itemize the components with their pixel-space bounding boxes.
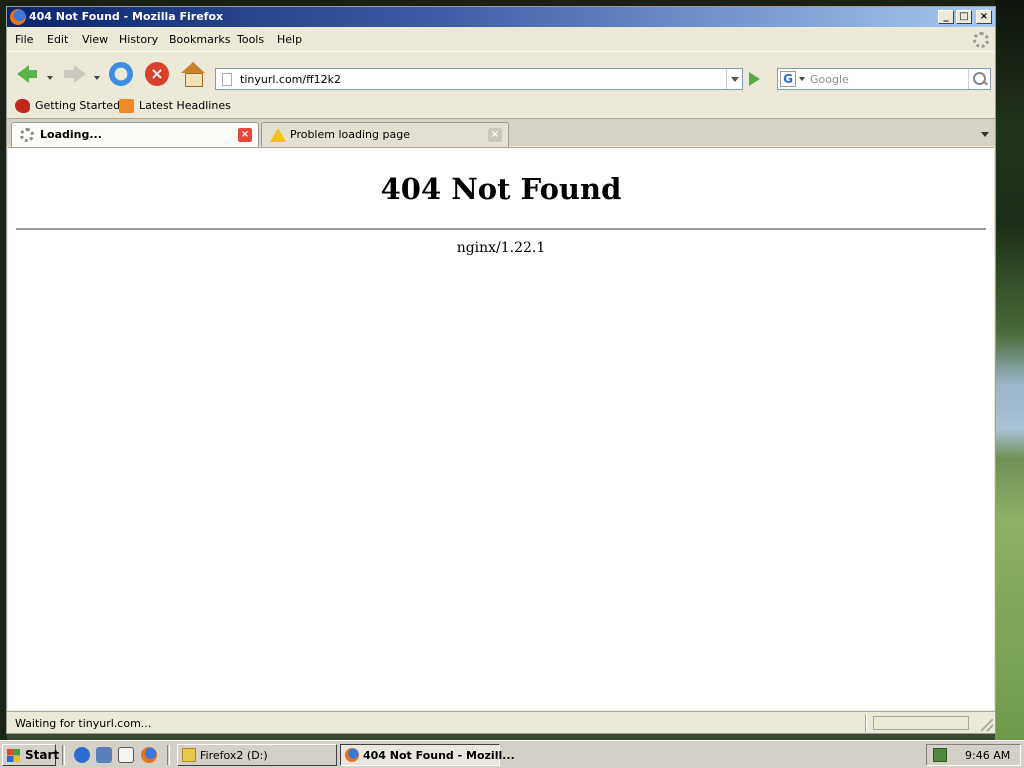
window-title: 404 Not Found - Mozilla Firefox	[29, 10, 224, 23]
firefox-icon[interactable]	[141, 747, 157, 763]
title-bar[interactable]: 404 Not Found - Mozilla Firefox _ □ ×	[7, 7, 995, 27]
system-tray: 9:46 AM	[926, 744, 1021, 766]
menu-bar: File Edit View History Bookmarks Tools H…	[7, 28, 995, 50]
search-engine-icon[interactable]: G	[780, 71, 796, 87]
url-history-dropdown[interactable]	[726, 69, 742, 89]
status-text: Waiting for tinyurl.com...	[15, 717, 152, 730]
firefox-bookmark-icon	[15, 99, 30, 113]
start-button[interactable]: Start	[2, 744, 60, 766]
network-tray-icon[interactable]	[933, 748, 947, 762]
windows-logo-icon	[7, 749, 20, 762]
back-history-dropdown[interactable]	[47, 76, 53, 80]
divider	[16, 228, 986, 230]
url-input[interactable]: tinyurl.com/ff12k2	[240, 73, 341, 86]
spinner-icon	[20, 128, 34, 142]
firefox-icon	[10, 9, 26, 25]
start-label: Start	[25, 748, 60, 762]
server-signature: nginx/1.22.1	[456, 240, 546, 256]
home-icon[interactable]	[181, 62, 205, 87]
taskbar-separator	[167, 745, 170, 765]
back-arrow-icon[interactable]	[15, 62, 39, 86]
url-bar[interactable]: tinyurl.com/ff12k2	[215, 68, 743, 90]
menu-bookmarks[interactable]: Bookmarks	[169, 33, 230, 46]
bookmark-label: Latest Headlines	[139, 99, 231, 112]
activity-throbber-icon	[973, 32, 989, 48]
status-progress-bar	[873, 716, 969, 730]
resize-grip[interactable]	[981, 719, 993, 731]
page-content: 404 Not Found nginx/1.22.1	[8, 147, 994, 710]
quicklaunch-separator	[62, 745, 65, 765]
tab-strip: Loading... × Problem loading page ×	[7, 118, 995, 147]
menu-tools[interactable]: Tools	[237, 33, 264, 46]
internet-explorer-icon[interactable]	[74, 747, 90, 763]
task-label: 404 Not Found - Mozill...	[363, 749, 515, 762]
tab-label: Problem loading page	[290, 128, 410, 141]
page-heading: 404 Not Found	[380, 172, 622, 206]
rss-feed-icon	[119, 99, 134, 113]
menu-view[interactable]: View	[82, 33, 108, 46]
desktop-wallpaper	[995, 0, 1024, 740]
taskbar: Start Firefox2 (D:) 404 Not Found - Mozi…	[0, 740, 1024, 768]
status-separator	[865, 714, 867, 732]
navigation-toolbar: × tinyurl.com/ff12k2 G	[7, 51, 995, 93]
tab-label: Loading...	[40, 128, 102, 141]
close-button[interactable]: ×	[976, 10, 992, 24]
menu-history[interactable]: History	[119, 33, 158, 46]
bookmarks-toolbar: Getting Started Latest Headlines	[7, 94, 995, 117]
menu-help[interactable]: Help	[277, 33, 302, 46]
firefox-icon	[345, 748, 359, 762]
stop-icon[interactable]: ×	[145, 62, 169, 86]
tab-problem-loading[interactable]: Problem loading page ×	[261, 122, 509, 147]
status-bar: Waiting for tinyurl.com...	[7, 711, 995, 733]
tab-list-dropdown[interactable]	[975, 123, 995, 145]
bookmark-label: Getting Started	[35, 99, 121, 112]
task-label: Firefox2 (D:)	[200, 749, 268, 762]
task-firefox-window[interactable]: 404 Not Found - Mozill...	[340, 744, 515, 766]
minimize-button[interactable]: _	[938, 10, 954, 24]
tab-loading[interactable]: Loading... ×	[11, 122, 259, 147]
forward-arrow-icon[interactable]	[62, 62, 86, 86]
search-engine-dropdown[interactable]	[799, 77, 805, 81]
search-bar: G	[777, 68, 991, 90]
firefox-window: 404 Not Found - Mozilla Firefox _ □ × Fi…	[6, 6, 996, 734]
clock[interactable]: 9:46 AM	[965, 749, 1010, 762]
magnifier-icon[interactable]	[968, 69, 990, 89]
search-input[interactable]	[808, 69, 964, 89]
menu-edit[interactable]: Edit	[47, 33, 68, 46]
notepad-icon[interactable]	[118, 747, 134, 763]
menu-file[interactable]: File	[15, 33, 33, 46]
task-firefox2-folder[interactable]: Firefox2 (D:)	[177, 744, 337, 766]
warning-icon	[270, 128, 286, 142]
tab-close-icon[interactable]: ×	[238, 128, 252, 142]
network-icon[interactable]	[96, 747, 112, 763]
maximize-button[interactable]: □	[956, 10, 972, 24]
page-favicon-icon	[222, 73, 232, 86]
reload-icon[interactable]	[109, 62, 133, 86]
forward-history-dropdown[interactable]	[94, 76, 100, 80]
folder-search-icon	[182, 748, 196, 762]
tab-close-icon[interactable]: ×	[488, 128, 502, 142]
go-arrow-icon[interactable]	[749, 72, 760, 86]
